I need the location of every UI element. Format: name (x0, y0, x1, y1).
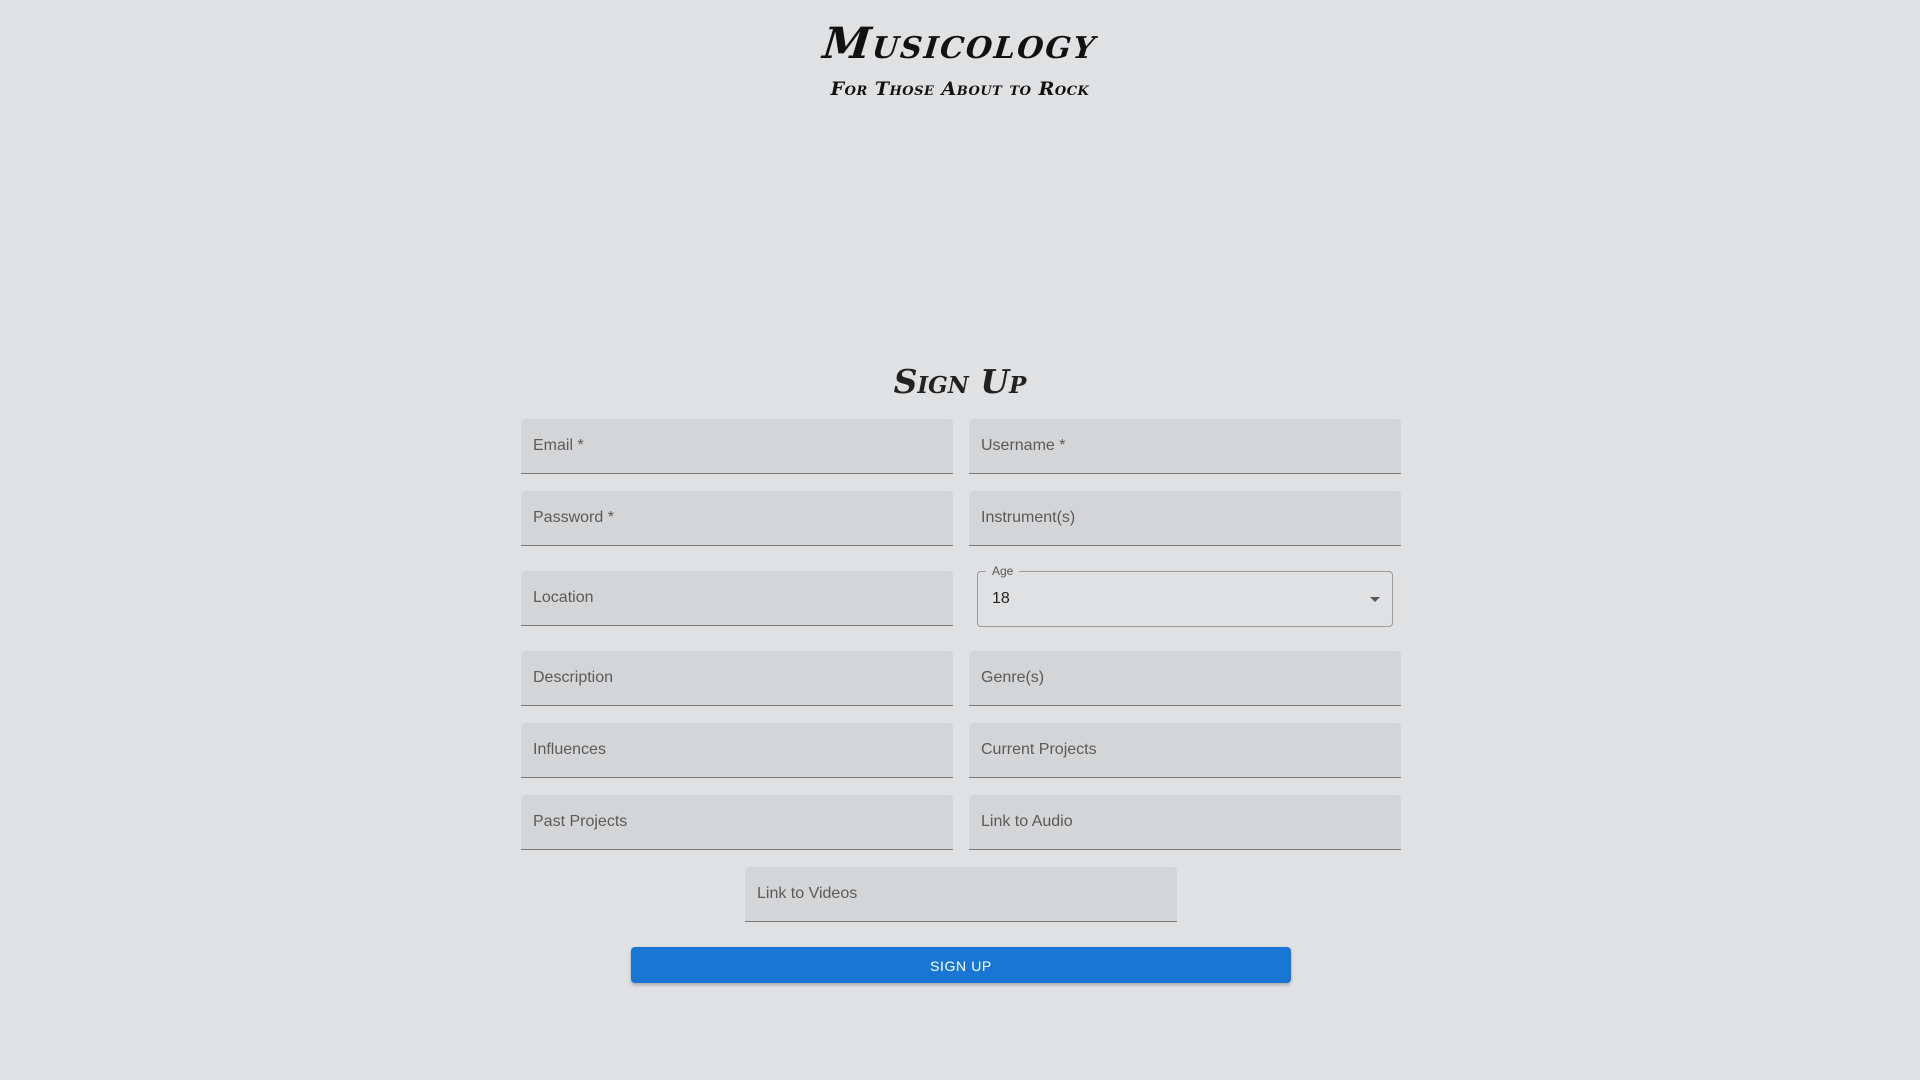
username-label: Username * (981, 437, 1066, 454)
current-projects-label: Current Projects (981, 741, 1097, 758)
instruments-label: Instrument(s) (981, 509, 1076, 526)
influences-label: Influences (533, 741, 606, 758)
signup-page: Musicology For Those About to Rock Sign … (0, 0, 1920, 1080)
link-audio-field[interactable]: Link to Audio (969, 795, 1401, 850)
instruments-field[interactable]: Instrument(s) (969, 491, 1401, 546)
location-field[interactable]: Location (521, 571, 953, 626)
link-audio-label: Link to Audio (981, 813, 1073, 830)
email-label: Email * (533, 437, 584, 454)
past-projects-label: Past Projects (533, 813, 628, 830)
app-title: Musicology (820, 19, 1100, 69)
age-value: 18 (992, 590, 1010, 607)
influences-field[interactable]: Influences (521, 723, 953, 778)
password-label: Password * (533, 509, 614, 526)
username-field[interactable]: Username * (969, 419, 1401, 474)
age-label: Age (986, 563, 1020, 579)
link-videos-field[interactable]: Link to Videos (745, 867, 1177, 922)
signup-button[interactable]: SIGN UP (631, 947, 1291, 983)
signup-heading: Sign Up (893, 362, 1027, 401)
password-field[interactable]: Password * (521, 491, 953, 546)
brand-header: Musicology For Those About to Rock (0, 18, 1920, 100)
past-projects-field[interactable]: Past Projects (521, 795, 953, 850)
description-field[interactable]: Description (521, 651, 953, 706)
genres-label: Genre(s) (981, 669, 1045, 686)
link-videos-label: Link to Videos (757, 885, 858, 902)
description-label: Description (533, 669, 614, 686)
age-select[interactable]: Age 18 (977, 563, 1393, 627)
location-label: Location (533, 589, 594, 606)
app-subtitle: For Those About to Rock (830, 78, 1090, 100)
current-projects-field[interactable]: Current Projects (969, 723, 1401, 778)
genres-field[interactable]: Genre(s) (969, 651, 1401, 706)
dropdown-arrow-icon[interactable] (1370, 597, 1380, 602)
email-field[interactable]: Email * (521, 419, 953, 474)
